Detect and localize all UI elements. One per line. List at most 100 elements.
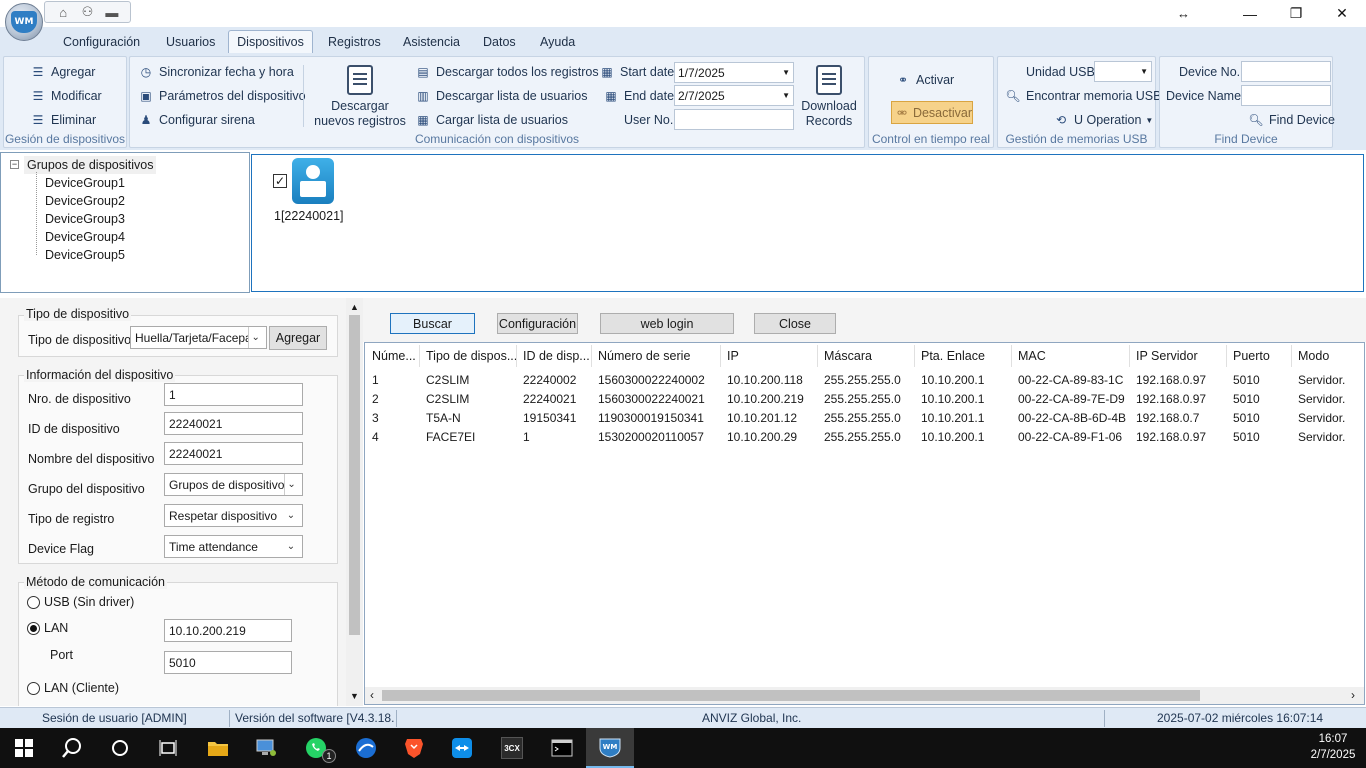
search-button[interactable] — [48, 728, 96, 768]
column-header[interactable]: Pta. Enlace — [921, 349, 1015, 365]
start-date-picker[interactable]: 1/7/2025 ▼ — [674, 62, 794, 83]
end-date-picker[interactable]: 2/7/2025 ▼ — [674, 85, 794, 106]
column-divider[interactable] — [516, 345, 517, 367]
close-button[interactable]: Close — [754, 313, 836, 334]
table-row[interactable]: 2 C2SLIM 22240021 1560300022240021 10.10.200… — [365, 391, 1362, 410]
column-divider[interactable] — [591, 345, 592, 367]
table-row[interactable]: 4 FACE7EI 1 1530200020110057 10.10.200.29 255… — [365, 429, 1362, 448]
download-users-button[interactable]: ▥ Descargar lista de usuarios — [415, 86, 587, 106]
dropdown-icon[interactable]: ▬ — [103, 4, 121, 20]
device-params-button[interactable]: ▣ Parámetros del dispositivo — [138, 86, 305, 106]
scroll-down-icon[interactable]: ▼ — [350, 691, 359, 701]
column-header[interactable]: Tipo de dispos... — [426, 349, 518, 365]
column-divider[interactable] — [419, 345, 420, 367]
close-window-button[interactable]: ✕ — [1319, 0, 1365, 27]
column-divider[interactable] — [817, 345, 818, 367]
configuracion-button[interactable]: Configuración — [497, 313, 578, 334]
tab-configuracion[interactable]: Configuración — [55, 30, 148, 53]
lan-radio[interactable]: LAN — [27, 621, 68, 635]
tipo-select[interactable]: Huella/Tarjeta/Facepa ⌄ — [130, 326, 267, 349]
terminal-device-icon[interactable] — [292, 158, 334, 204]
sync-time-button[interactable]: ◷ Sincronizar fecha y hora — [138, 62, 294, 82]
scrollbar-thumb[interactable] — [382, 690, 1200, 701]
column-divider[interactable] — [1129, 345, 1130, 367]
tree-item-group1[interactable]: DeviceGroup1 — [45, 174, 125, 192]
scroll-right-icon[interactable]: › — [1351, 688, 1355, 702]
tree-root[interactable]: Grupos de dispositivos — [24, 156, 157, 174]
nro-input[interactable]: 1 — [164, 383, 303, 406]
column-header[interactable]: IP — [727, 349, 821, 365]
tree-item-group3[interactable]: DeviceGroup3 — [45, 210, 125, 228]
tab-dispositivos[interactable]: Dispositivos — [228, 30, 313, 53]
eliminar-device-button[interactable]: ☰ Eliminar — [30, 110, 97, 130]
remote-desktop-button[interactable] — [242, 728, 290, 768]
maximize-button[interactable]: ❐ — [1273, 0, 1319, 27]
app-logo[interactable]: WM — [5, 3, 43, 41]
tab-datos[interactable]: Datos — [475, 30, 524, 53]
registro-select[interactable]: Respetar dispositivo ⌄ — [164, 504, 303, 527]
activar-button[interactable]: ⚭ Activar — [895, 70, 954, 90]
scroll-up-icon[interactable]: ▲ — [350, 302, 359, 312]
usb-unit-select[interactable]: ▼ — [1094, 61, 1152, 82]
u-operation-button[interactable]: ⟲ U Operation ▼ — [1053, 110, 1153, 130]
download-new-records-button[interactable]: Descargar nuevos registros — [313, 65, 407, 129]
file-explorer-button[interactable] — [194, 728, 242, 768]
column-divider[interactable] — [1011, 345, 1012, 367]
cortana-button[interactable] — [96, 728, 144, 768]
user-no-input[interactable] — [674, 109, 794, 130]
id-input[interactable]: 22240021 — [164, 412, 303, 435]
tab-asistencia[interactable]: Asistencia — [395, 30, 468, 53]
usb-radio[interactable]: USB (Sin driver) — [27, 595, 134, 609]
download-records-button[interactable]: Download Records — [798, 65, 860, 129]
modificar-device-button[interactable]: ☰ Modificar — [30, 86, 102, 106]
table-row[interactable]: 1 C2SLIM 22240002 1560300022240002 10.10.200… — [365, 372, 1362, 391]
buscar-button[interactable]: Buscar — [390, 313, 475, 334]
download-all-records-button[interactable]: ▤ Descargar todos los registros — [415, 62, 598, 82]
find-usb-button[interactable]: 🔍︎ Encontrar memoria USB — [1005, 86, 1161, 106]
table-row[interactable]: 3 T5A-N 19150341 1190300019150341 10.10.201.… — [365, 410, 1362, 429]
3cx-button[interactable]: 3CX — [488, 728, 536, 768]
column-divider[interactable] — [914, 345, 915, 367]
tab-registros[interactable]: Registros — [320, 30, 389, 53]
brave-button[interactable] — [390, 728, 438, 768]
column-divider[interactable] — [720, 345, 721, 367]
tree-item-group4[interactable]: DeviceGroup4 — [45, 228, 125, 246]
tree-collapse-icon[interactable]: − — [10, 160, 19, 169]
desactivar-button[interactable]: ⚮ Desactivar — [891, 101, 973, 124]
nombre-input[interactable]: 22240021 — [164, 442, 303, 465]
upload-users-button[interactable]: ▦ Cargar lista de usuarios — [415, 110, 568, 130]
column-divider[interactable] — [1226, 345, 1227, 367]
anviz-app-button[interactable]: WM — [586, 728, 634, 768]
column-header[interactable]: Puerto — [1233, 349, 1293, 365]
grupo-select[interactable]: Grupos de dispositivo ⌄ — [164, 473, 303, 496]
table-horizontal-scrollbar[interactable]: ‹ › — [365, 687, 1364, 704]
agregar-device-button[interactable]: ☰ Agregar — [30, 62, 96, 82]
lan-ip-input[interactable]: 10.10.200.219 — [164, 619, 292, 642]
terminal-button[interactable] — [538, 728, 586, 768]
siren-button[interactable]: ♟ Configurar sirena — [138, 110, 255, 130]
tree-item-group5[interactable]: DeviceGroup5 — [45, 246, 125, 264]
column-header[interactable]: IP Servidor — [1136, 349, 1230, 365]
start-button[interactable] — [0, 728, 48, 768]
find-device-button[interactable]: 🔍︎ Find Device — [1248, 110, 1335, 130]
flag-select[interactable]: Time attendance ⌄ — [164, 535, 303, 558]
tipo-agregar-button[interactable]: Agregar — [269, 326, 327, 350]
column-header[interactable]: Número de serie — [598, 349, 723, 365]
devices-icon[interactable]: ⚇ — [78, 4, 96, 20]
column-header[interactable]: Modo — [1298, 349, 1362, 365]
web-login-button[interactable]: web login — [600, 313, 734, 334]
browser-button[interactable] — [342, 728, 390, 768]
lan-cliente-radio[interactable]: LAN (Cliente) — [27, 681, 119, 695]
scroll-left-icon[interactable]: ‹ — [370, 688, 374, 702]
column-header[interactable]: Núme... — [372, 349, 422, 365]
column-header[interactable]: MAC — [1018, 349, 1133, 365]
tab-usuarios[interactable]: Usuarios — [158, 30, 223, 53]
tab-ayuda[interactable]: Ayuda — [532, 30, 583, 53]
scrollbar-thumb[interactable] — [349, 315, 360, 635]
tree-item-group2[interactable]: DeviceGroup2 — [45, 192, 125, 210]
device-no-input[interactable] — [1241, 61, 1331, 82]
system-clock[interactable]: 16:07 2/7/2025 — [1300, 731, 1366, 763]
home-icon[interactable]: ⌂ — [54, 4, 72, 20]
whatsapp-button[interactable]: 1 — [292, 728, 340, 768]
teamviewer-button[interactable] — [438, 728, 486, 768]
